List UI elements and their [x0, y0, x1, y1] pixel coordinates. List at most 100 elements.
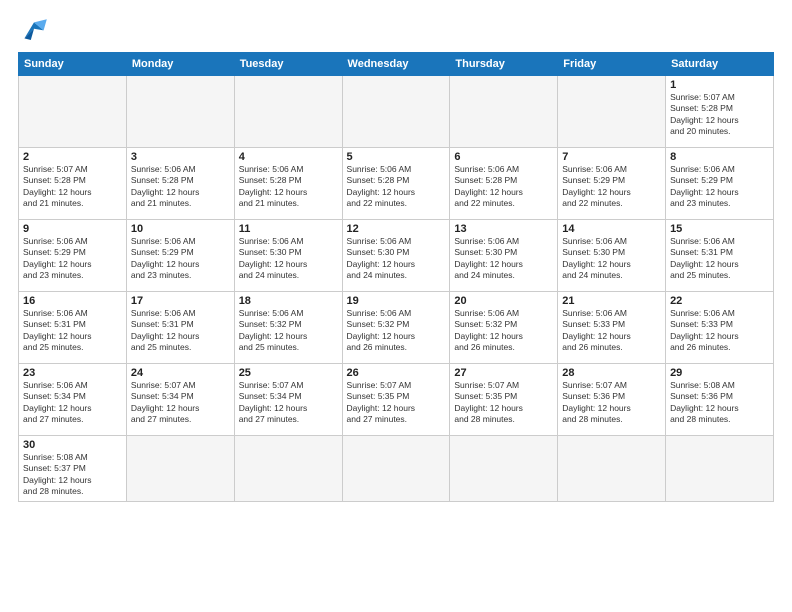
calendar-cell: 27Sunrise: 5:07 AM Sunset: 5:35 PM Dayli…	[450, 364, 558, 436]
calendar-cell	[450, 76, 558, 148]
day-number: 22	[670, 295, 769, 307]
day-info: Sunrise: 5:07 AM Sunset: 5:34 PM Dayligh…	[131, 380, 230, 426]
day-number: 15	[670, 223, 769, 235]
day-number: 27	[454, 367, 553, 379]
day-number: 20	[454, 295, 553, 307]
day-info: Sunrise: 5:06 AM Sunset: 5:32 PM Dayligh…	[454, 308, 553, 354]
calendar-cell: 24Sunrise: 5:07 AM Sunset: 5:34 PM Dayli…	[126, 364, 234, 436]
calendar-cell: 15Sunrise: 5:06 AM Sunset: 5:31 PM Dayli…	[666, 220, 774, 292]
calendar-cell: 26Sunrise: 5:07 AM Sunset: 5:35 PM Dayli…	[342, 364, 450, 436]
day-number: 3	[131, 151, 230, 163]
calendar-cell	[558, 436, 666, 502]
calendar-cell: 13Sunrise: 5:06 AM Sunset: 5:30 PM Dayli…	[450, 220, 558, 292]
day-number: 21	[562, 295, 661, 307]
day-info: Sunrise: 5:06 AM Sunset: 5:31 PM Dayligh…	[23, 308, 122, 354]
calendar-cell	[234, 76, 342, 148]
calendar-cell: 22Sunrise: 5:06 AM Sunset: 5:33 PM Dayli…	[666, 292, 774, 364]
day-info: Sunrise: 5:06 AM Sunset: 5:28 PM Dayligh…	[454, 164, 553, 210]
calendar-cell	[342, 76, 450, 148]
day-info: Sunrise: 5:07 AM Sunset: 5:35 PM Dayligh…	[454, 380, 553, 426]
header-thursday: Thursday	[450, 53, 558, 76]
day-number: 29	[670, 367, 769, 379]
day-info: Sunrise: 5:06 AM Sunset: 5:28 PM Dayligh…	[347, 164, 446, 210]
day-number: 23	[23, 367, 122, 379]
day-info: Sunrise: 5:06 AM Sunset: 5:29 PM Dayligh…	[562, 164, 661, 210]
calendar-cell: 20Sunrise: 5:06 AM Sunset: 5:32 PM Dayli…	[450, 292, 558, 364]
calendar-cell: 3Sunrise: 5:06 AM Sunset: 5:28 PM Daylig…	[126, 148, 234, 220]
calendar-cell	[342, 436, 450, 502]
day-info: Sunrise: 5:07 AM Sunset: 5:34 PM Dayligh…	[239, 380, 338, 426]
day-info: Sunrise: 5:06 AM Sunset: 5:29 PM Dayligh…	[670, 164, 769, 210]
day-number: 4	[239, 151, 338, 163]
day-info: Sunrise: 5:07 AM Sunset: 5:28 PM Dayligh…	[23, 164, 122, 210]
day-info: Sunrise: 5:06 AM Sunset: 5:32 PM Dayligh…	[347, 308, 446, 354]
calendar-cell: 16Sunrise: 5:06 AM Sunset: 5:31 PM Dayli…	[19, 292, 127, 364]
calendar-cell: 7Sunrise: 5:06 AM Sunset: 5:29 PM Daylig…	[558, 148, 666, 220]
day-info: Sunrise: 5:06 AM Sunset: 5:29 PM Dayligh…	[23, 236, 122, 282]
day-number: 25	[239, 367, 338, 379]
day-info: Sunrise: 5:06 AM Sunset: 5:31 PM Dayligh…	[670, 236, 769, 282]
day-number: 11	[239, 223, 338, 235]
day-info: Sunrise: 5:06 AM Sunset: 5:33 PM Dayligh…	[562, 308, 661, 354]
day-info: Sunrise: 5:06 AM Sunset: 5:30 PM Dayligh…	[562, 236, 661, 282]
calendar-cell	[450, 436, 558, 502]
calendar-cell: 28Sunrise: 5:07 AM Sunset: 5:36 PM Dayli…	[558, 364, 666, 436]
day-number: 24	[131, 367, 230, 379]
header-monday: Monday	[126, 53, 234, 76]
calendar-cell: 21Sunrise: 5:06 AM Sunset: 5:33 PM Dayli…	[558, 292, 666, 364]
day-info: Sunrise: 5:07 AM Sunset: 5:28 PM Dayligh…	[670, 92, 769, 138]
day-info: Sunrise: 5:06 AM Sunset: 5:31 PM Dayligh…	[131, 308, 230, 354]
day-info: Sunrise: 5:06 AM Sunset: 5:28 PM Dayligh…	[239, 164, 338, 210]
day-number: 5	[347, 151, 446, 163]
calendar-cell: 5Sunrise: 5:06 AM Sunset: 5:28 PM Daylig…	[342, 148, 450, 220]
day-number: 9	[23, 223, 122, 235]
weekday-header-row: Sunday Monday Tuesday Wednesday Thursday…	[19, 53, 774, 76]
day-info: Sunrise: 5:06 AM Sunset: 5:34 PM Dayligh…	[23, 380, 122, 426]
day-number: 17	[131, 295, 230, 307]
calendar-cell: 1Sunrise: 5:07 AM Sunset: 5:28 PM Daylig…	[666, 76, 774, 148]
day-number: 19	[347, 295, 446, 307]
day-info: Sunrise: 5:07 AM Sunset: 5:35 PM Dayligh…	[347, 380, 446, 426]
calendar-cell: 6Sunrise: 5:06 AM Sunset: 5:28 PM Daylig…	[450, 148, 558, 220]
day-number: 28	[562, 367, 661, 379]
calendar-cell: 2Sunrise: 5:07 AM Sunset: 5:28 PM Daylig…	[19, 148, 127, 220]
day-number: 13	[454, 223, 553, 235]
header	[18, 16, 774, 44]
calendar-cell	[19, 76, 127, 148]
calendar-cell: 12Sunrise: 5:06 AM Sunset: 5:30 PM Dayli…	[342, 220, 450, 292]
header-wednesday: Wednesday	[342, 53, 450, 76]
calendar-cell	[126, 436, 234, 502]
day-number: 18	[239, 295, 338, 307]
calendar-cell: 9Sunrise: 5:06 AM Sunset: 5:29 PM Daylig…	[19, 220, 127, 292]
calendar: Sunday Monday Tuesday Wednesday Thursday…	[18, 52, 774, 502]
logo-icon	[18, 16, 50, 44]
day-number: 14	[562, 223, 661, 235]
calendar-cell: 23Sunrise: 5:06 AM Sunset: 5:34 PM Dayli…	[19, 364, 127, 436]
logo	[18, 16, 54, 44]
day-number: 16	[23, 295, 122, 307]
calendar-cell	[558, 76, 666, 148]
day-info: Sunrise: 5:08 AM Sunset: 5:37 PM Dayligh…	[23, 452, 122, 498]
day-info: Sunrise: 5:06 AM Sunset: 5:30 PM Dayligh…	[239, 236, 338, 282]
day-number: 12	[347, 223, 446, 235]
calendar-cell: 10Sunrise: 5:06 AM Sunset: 5:29 PM Dayli…	[126, 220, 234, 292]
calendar-cell: 25Sunrise: 5:07 AM Sunset: 5:34 PM Dayli…	[234, 364, 342, 436]
day-number: 8	[670, 151, 769, 163]
header-saturday: Saturday	[666, 53, 774, 76]
day-info: Sunrise: 5:06 AM Sunset: 5:30 PM Dayligh…	[347, 236, 446, 282]
day-info: Sunrise: 5:06 AM Sunset: 5:32 PM Dayligh…	[239, 308, 338, 354]
page: Sunday Monday Tuesday Wednesday Thursday…	[0, 0, 792, 612]
day-number: 6	[454, 151, 553, 163]
calendar-cell: 17Sunrise: 5:06 AM Sunset: 5:31 PM Dayli…	[126, 292, 234, 364]
header-sunday: Sunday	[19, 53, 127, 76]
calendar-cell: 18Sunrise: 5:06 AM Sunset: 5:32 PM Dayli…	[234, 292, 342, 364]
day-info: Sunrise: 5:06 AM Sunset: 5:29 PM Dayligh…	[131, 236, 230, 282]
day-info: Sunrise: 5:06 AM Sunset: 5:33 PM Dayligh…	[670, 308, 769, 354]
calendar-cell: 19Sunrise: 5:06 AM Sunset: 5:32 PM Dayli…	[342, 292, 450, 364]
day-info: Sunrise: 5:08 AM Sunset: 5:36 PM Dayligh…	[670, 380, 769, 426]
day-number: 30	[23, 439, 122, 451]
calendar-cell: 30Sunrise: 5:08 AM Sunset: 5:37 PM Dayli…	[19, 436, 127, 502]
day-number: 26	[347, 367, 446, 379]
calendar-cell: 4Sunrise: 5:06 AM Sunset: 5:28 PM Daylig…	[234, 148, 342, 220]
day-info: Sunrise: 5:06 AM Sunset: 5:28 PM Dayligh…	[131, 164, 230, 210]
